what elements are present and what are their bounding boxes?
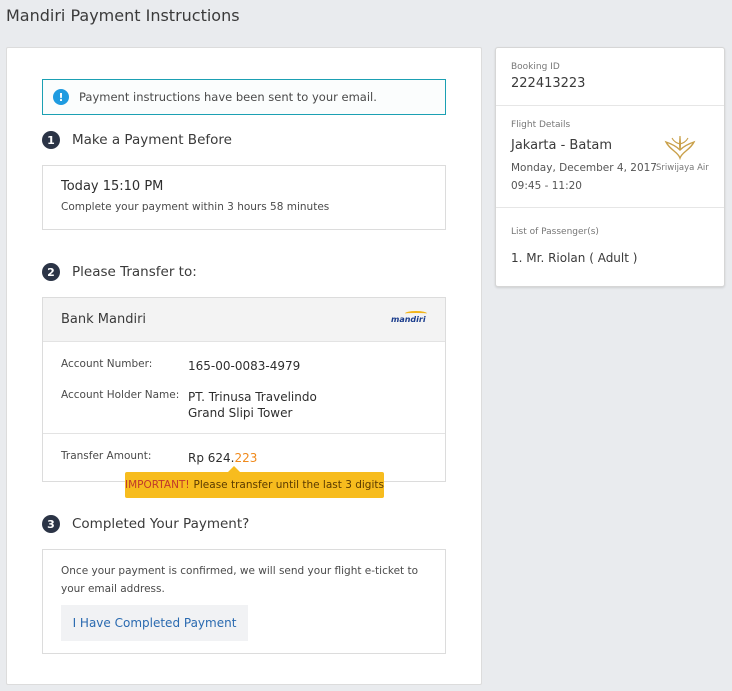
account-holder-address: Grand Slipi Tower <box>188 406 293 420</box>
deadline-note: Complete your payment within 3 hours 58 … <box>61 201 330 213</box>
account-holder-name: PT. Trinusa Travelindo <box>188 390 317 404</box>
booking-id-value: 222413223 <box>511 76 586 91</box>
transfer-details-box: Bank Mandiri mandiri Account Number: 165… <box>42 297 446 482</box>
account-number-label: Account Number: <box>61 358 153 370</box>
email-sent-alert: ! Payment instructions have been sent to… <box>42 79 446 115</box>
passenger-item: 1. Mr. Riolan ( Adult ) <box>511 251 638 265</box>
transfer-amount-value: Rp 624.223 <box>188 451 258 465</box>
alert-text: Payment instructions have been sent to y… <box>79 90 377 104</box>
airline-name: Sriwijaya Air <box>656 163 709 173</box>
flight-details-label: Flight Details <box>511 120 571 130</box>
account-number-value: 165-00-0083-4979 <box>188 359 301 373</box>
page-title: Mandiri Payment Instructions <box>6 6 240 25</box>
account-holder-label: Account Holder Name: <box>61 389 180 401</box>
step-3-header: 3 Completed Your Payment? <box>42 515 249 533</box>
flight-route: Jakarta - Batam <box>511 138 613 153</box>
step-1-header: 1 Make a Payment Before <box>42 131 232 149</box>
step-2-title: Please Transfer to: <box>72 264 197 280</box>
step-number-3: 3 <box>42 515 60 533</box>
completed-payment-button[interactable]: I Have Completed Payment <box>61 605 248 641</box>
booking-divider <box>496 105 724 106</box>
flight-time: 09:45 - 11:20 <box>511 180 582 192</box>
info-icon: ! <box>53 89 69 105</box>
step-1-title: Make a Payment Before <box>72 132 232 148</box>
tooltip-text: Please transfer until the last 3 digits <box>193 479 384 491</box>
step-3-title: Completed Your Payment? <box>72 516 250 532</box>
sriwijaya-air-logo-icon <box>662 134 698 161</box>
confirmation-text: Once your payment is confirmed, we will … <box>61 565 419 595</box>
booking-summary-card: Booking ID 222413223 Flight Details Jaka… <box>495 47 725 287</box>
step-number-1: 1 <box>42 131 60 149</box>
payment-instructions-card: ! Payment instructions have been sent to… <box>6 47 482 685</box>
payment-deadline-box: Today 15:10 PM Complete your payment wit… <box>42 165 446 230</box>
tooltip-important-label: IMPORTANT! <box>125 479 190 491</box>
payment-confirmation-box: Once your payment is confirmed, we will … <box>42 549 446 654</box>
passengers-label: List of Passenger(s) <box>511 227 599 237</box>
transfer-amount-label: Transfer Amount: <box>61 450 152 462</box>
bank-name: Bank Mandiri <box>61 312 147 327</box>
step-2-header: 2 Please Transfer to: <box>42 263 197 281</box>
bank-header: Bank Mandiri mandiri <box>43 298 445 342</box>
amount-unique-digits: 223 <box>234 451 258 465</box>
booking-id-label: Booking ID <box>511 62 560 72</box>
flight-divider <box>496 207 724 208</box>
transfer-divider <box>43 433 445 434</box>
important-tooltip: IMPORTANT! Please transfer until the las… <box>125 466 384 498</box>
flight-date: Monday, December 4, 2017 <box>511 162 657 174</box>
step-number-2: 2 <box>42 263 60 281</box>
mandiri-logo-icon: mandiri <box>391 311 427 325</box>
deadline-time: Today 15:10 PM <box>61 179 164 194</box>
